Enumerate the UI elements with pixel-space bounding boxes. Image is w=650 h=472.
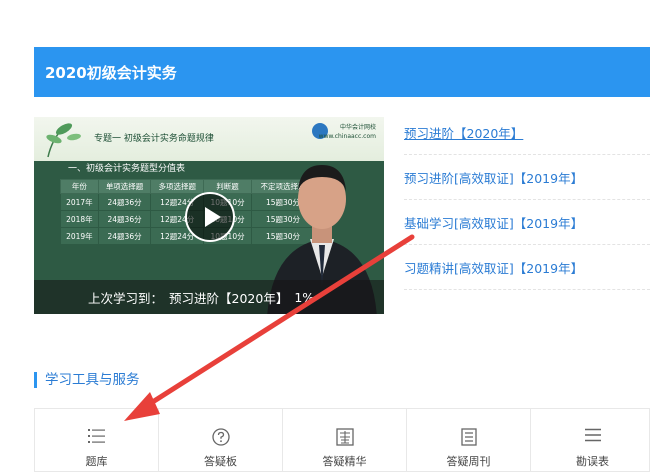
tool-qa-weekly[interactable]: 答疑周刊 (407, 409, 531, 472)
course-title: 2020初级会计实务 (45, 63, 177, 82)
brand-text: 中华会计网校 www.chinaacc.com (318, 124, 376, 140)
tool-errata[interactable]: 勘误表 (531, 409, 650, 472)
table-cell: 24题36分 (97, 193, 152, 211)
tool-label: 答疑精华 (322, 455, 367, 468)
resume-label: 上次学习到： (88, 290, 164, 306)
essence-icon (335, 428, 354, 446)
tool-label: 题库 (85, 455, 108, 468)
section-title: 学习工具与服务 (34, 372, 140, 388)
list-icon (87, 429, 105, 443)
question-icon (211, 428, 230, 446)
course-list: 预习进阶【2020年】 预习进阶[高效取证]【2019年】 基础学习[高效取证]… (404, 110, 650, 290)
table-cell: 24题36分 (97, 227, 152, 245)
table-header-cell: 多项选择题 (150, 179, 205, 194)
resume-course: 预习进阶【2020年】 (169, 290, 289, 306)
table-cell: 2018年 (60, 210, 99, 228)
tool-question-bank[interactable]: 题库 (35, 409, 159, 472)
tool-label: 答疑周刊 (446, 455, 491, 468)
play-button[interactable] (185, 192, 235, 242)
course-header-bar: 2020初级会计实务 (34, 47, 650, 97)
slide-topic-title: 专题一 初级会计实务命题规律 (94, 134, 214, 144)
table-header-cell: 年份 (60, 179, 99, 194)
course-link[interactable]: 基础学习[高效取证]【2019年】 (404, 200, 650, 245)
tools-row: 题库 答疑板 答疑精华 答疑周刊 勘误表 (34, 408, 650, 472)
course-link[interactable]: 预习进阶【2020年】 (404, 110, 650, 155)
table-cell: 24题36分 (97, 210, 152, 228)
plant-icon (46, 123, 81, 158)
course-link[interactable]: 习题精讲[高效取证]【2019年】 (404, 245, 650, 290)
tool-qa-essence[interactable]: 答疑精华 (283, 409, 407, 472)
resume-progress: 1% (294, 289, 315, 305)
resume-bar[interactable]: 上次学习到： 预习进阶【2020年】 1% (34, 280, 384, 314)
menu-icon (584, 428, 601, 442)
video-player[interactable]: 专题一 初级会计实务命题规律 中华会计网校 www.chinaacc.com 一… (34, 117, 384, 314)
course-link[interactable]: 预习进阶[高效取证]【2019年】 (404, 155, 650, 200)
document-icon (460, 428, 477, 446)
table-header-cell: 单项选择题 (97, 179, 152, 194)
tool-label: 答疑板 (204, 455, 237, 468)
tool-label: 勘误表 (576, 455, 609, 468)
slide-table-title: 一、初级会计实务题型分值表 (68, 164, 186, 174)
table-cell: 2019年 (60, 227, 99, 245)
table-cell: 2017年 (60, 193, 99, 211)
tool-qa-board[interactable]: 答疑板 (159, 409, 283, 472)
